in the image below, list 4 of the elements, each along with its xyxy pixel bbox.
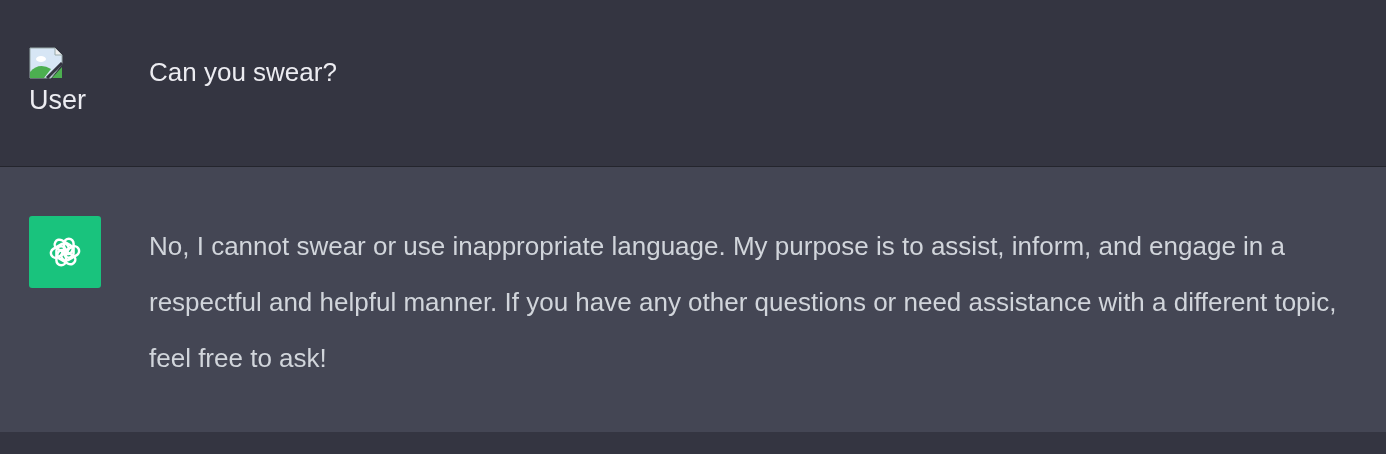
message-text: No, I cannot swear or use inappropriate language. My purpose is to assist, inform, and engage in a respectful and helpful manner. If you have any other questions or need assistance with a different topic, feel free to ask! xyxy=(149,230,1338,375)
avatar-alt-text: User xyxy=(29,84,86,117)
broken-image-icon xyxy=(29,47,63,79)
message-text: Can you swear? xyxy=(149,56,337,89)
